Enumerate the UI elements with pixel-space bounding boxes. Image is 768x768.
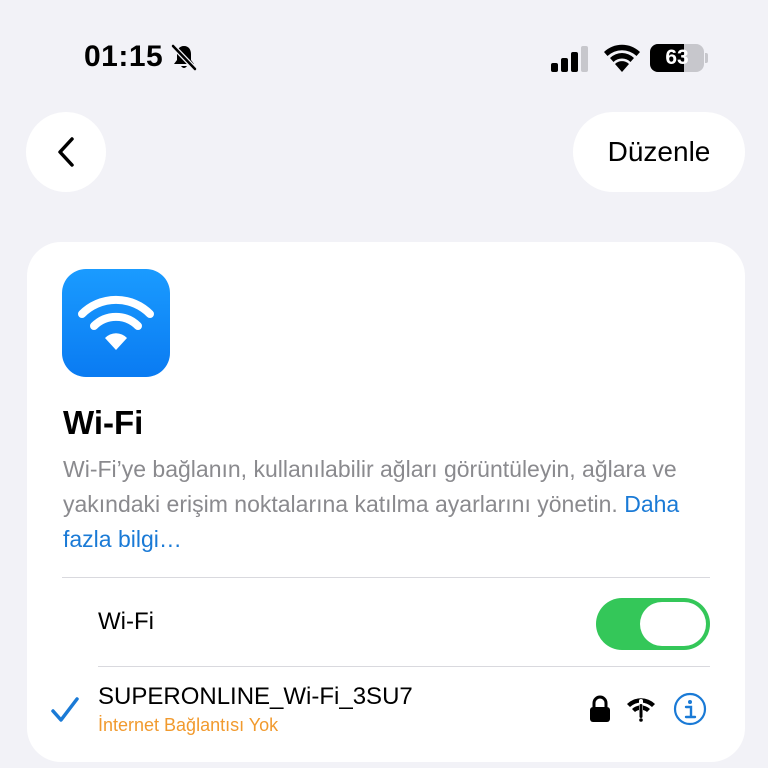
status-time: 01:15 (84, 40, 164, 73)
wifi-icon (604, 44, 640, 72)
wifi-app-icon (62, 269, 170, 377)
battery-body: 63 (650, 44, 704, 72)
wifi-exclamation-icon (627, 698, 655, 722)
network-name[interactable]: SUPERONLINE_Wi-Fi_3SU7 (98, 683, 413, 711)
edit-button[interactable]: Düzenle (573, 112, 745, 192)
chevron-left-icon (58, 137, 74, 167)
toggle-knob (640, 602, 706, 646)
wifi-settings-screen: 01:15 63 Düzenle Wi-Fi Wi-Fi’ye bağlanın… (0, 0, 768, 768)
battery-level: 63 (665, 46, 689, 69)
battery-icon: 63 (650, 44, 708, 72)
bell-slash-icon (171, 44, 198, 71)
network-status: İnternet Bağlantısı Yok (98, 715, 279, 735)
wifi-settings-card: Wi-Fi Wi-Fi’ye bağlanın, kullanılabilir … (27, 242, 745, 762)
back-button[interactable] (26, 112, 106, 192)
lock-icon (590, 695, 610, 722)
status-bar: 01:15 63 (0, 0, 768, 100)
wifi-symbol (78, 295, 154, 350)
battery-tip (705, 53, 708, 63)
divider (62, 577, 710, 578)
cellular-signal-icon (551, 46, 588, 72)
wifi-toggle[interactable] (596, 598, 710, 650)
info-icon[interactable] (673, 692, 707, 726)
checkmark-icon (51, 697, 79, 722)
divider (98, 666, 710, 667)
page-description: Wi-Fi’ye bağlanın, kullanılabilir ağları… (63, 452, 713, 557)
page-title: Wi-Fi (63, 404, 144, 441)
wifi-toggle-label: Wi-Fi (98, 608, 154, 635)
time-group: 01:15 (84, 40, 199, 74)
description-text: Wi-Fi’ye bağlanın, kullanılabilir ağları… (63, 456, 677, 517)
